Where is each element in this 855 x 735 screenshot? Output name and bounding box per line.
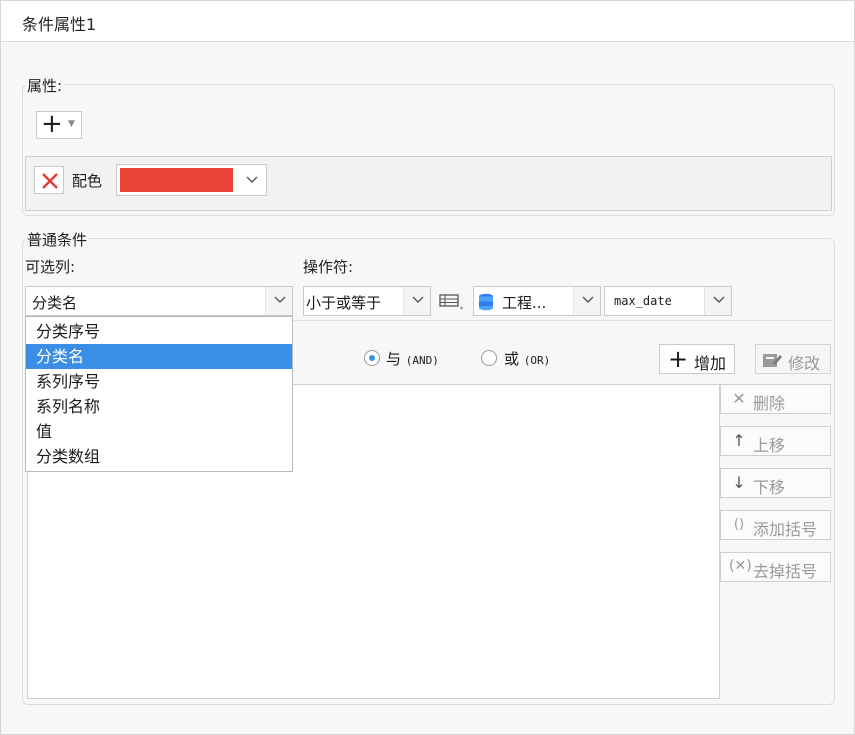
chevron-down-icon [412, 296, 424, 303]
table-icon [439, 294, 463, 310]
and-label: 与 [386, 350, 402, 368]
value-type-button[interactable] [438, 291, 468, 313]
add-bracket-button[interactable]: () 添加括号 [720, 510, 831, 540]
remove-brackets-icon: (✕) [729, 558, 752, 574]
remove-attribute-button[interactable] [34, 166, 64, 194]
column-select-arrow[interactable] [265, 287, 292, 315]
move-up-button[interactable]: ↑ 上移 [720, 426, 831, 456]
chevron-down-icon [713, 296, 725, 303]
and-tag: (AND) [405, 354, 439, 367]
edit-icon [763, 354, 782, 367]
remove-bracket-button[interactable]: (✕) 去掉括号 [720, 552, 831, 582]
arrow-up-icon: ↑ [732, 431, 746, 450]
color-swatch[interactable] [120, 168, 233, 192]
modify-condition-label: 修改 [788, 354, 821, 373]
dropdown-option[interactable]: 分类名 [26, 344, 292, 369]
column-select[interactable]: 分类名 [25, 286, 293, 316]
move-down-button[interactable]: ↓ 下移 [720, 468, 831, 498]
radio-dot [369, 355, 375, 361]
condition-group-label: 普通条件 [25, 229, 90, 250]
remove-bracket-label: 去掉括号 [753, 562, 818, 581]
dropdown-option[interactable]: 系列名称 [26, 394, 292, 419]
and-radio[interactable] [364, 350, 380, 366]
dataset-select-arrow[interactable] [573, 287, 600, 315]
database-icon [479, 293, 493, 311]
title-bar [1, 1, 854, 42]
dropdown-option[interactable]: 值 [26, 419, 292, 444]
close-icon: ✕ [732, 389, 746, 408]
plus-icon: + [41, 109, 63, 139]
add-condition-button[interactable]: + 增加 [659, 344, 735, 374]
field-select-arrow[interactable] [704, 287, 731, 315]
column-label: 可选列: [25, 258, 76, 276]
caret-down-icon: ▼ [68, 119, 75, 129]
chevron-down-icon [246, 176, 258, 183]
dropdown-option[interactable]: 分类数组 [26, 444, 292, 469]
chevron-down-icon [274, 296, 286, 303]
delete-button[interactable]: ✕ 删除 [720, 384, 831, 414]
or-label: 或 [504, 350, 520, 368]
plus-icon: + [668, 345, 689, 373]
field-select-value: max_date [614, 294, 672, 308]
or-radio-label[interactable]: 或 (OR) [504, 348, 550, 369]
dataset-select-value: 工程... [502, 294, 547, 312]
dropdown-option[interactable]: 分类序号 [26, 319, 292, 344]
dataset-select[interactable]: 工程... [473, 286, 601, 316]
operator-label: 操作符: [303, 258, 354, 276]
brackets-icon: () [733, 517, 745, 532]
attributes-group-label: 属性: [25, 75, 65, 96]
column-dropdown-list: 分类序号 分类名 系列序号 系列名称值分类数组 [25, 316, 293, 472]
color-dropdown-button[interactable] [237, 165, 267, 195]
chevron-down-icon [582, 296, 594, 303]
close-icon [42, 173, 58, 189]
window-title: 条件属性1 [22, 15, 97, 34]
add-attribute-button[interactable]: + ▼ [36, 109, 82, 139]
move-up-label: 上移 [753, 436, 786, 455]
move-down-label: 下移 [753, 478, 786, 497]
operator-select[interactable]: 小于或等于 [303, 286, 431, 316]
arrow-down-icon: ↓ [732, 473, 746, 492]
field-select[interactable]: max_date [604, 286, 732, 316]
or-radio[interactable] [481, 350, 497, 366]
modify-condition-button[interactable]: 修改 [755, 344, 831, 374]
column-select-value: 分类名 [32, 294, 78, 312]
attribute-label: 配色 [72, 172, 103, 190]
add-bracket-label: 添加括号 [753, 520, 818, 539]
add-condition-label: 增加 [694, 354, 727, 373]
or-tag: (OR) [523, 354, 551, 367]
operator-select-value: 小于或等于 [306, 294, 382, 312]
operator-select-arrow[interactable] [403, 287, 430, 315]
dropdown-option[interactable]: 系列序号 [26, 369, 292, 394]
and-radio-label[interactable]: 与 (AND) [386, 348, 439, 369]
delete-label: 删除 [753, 394, 786, 413]
